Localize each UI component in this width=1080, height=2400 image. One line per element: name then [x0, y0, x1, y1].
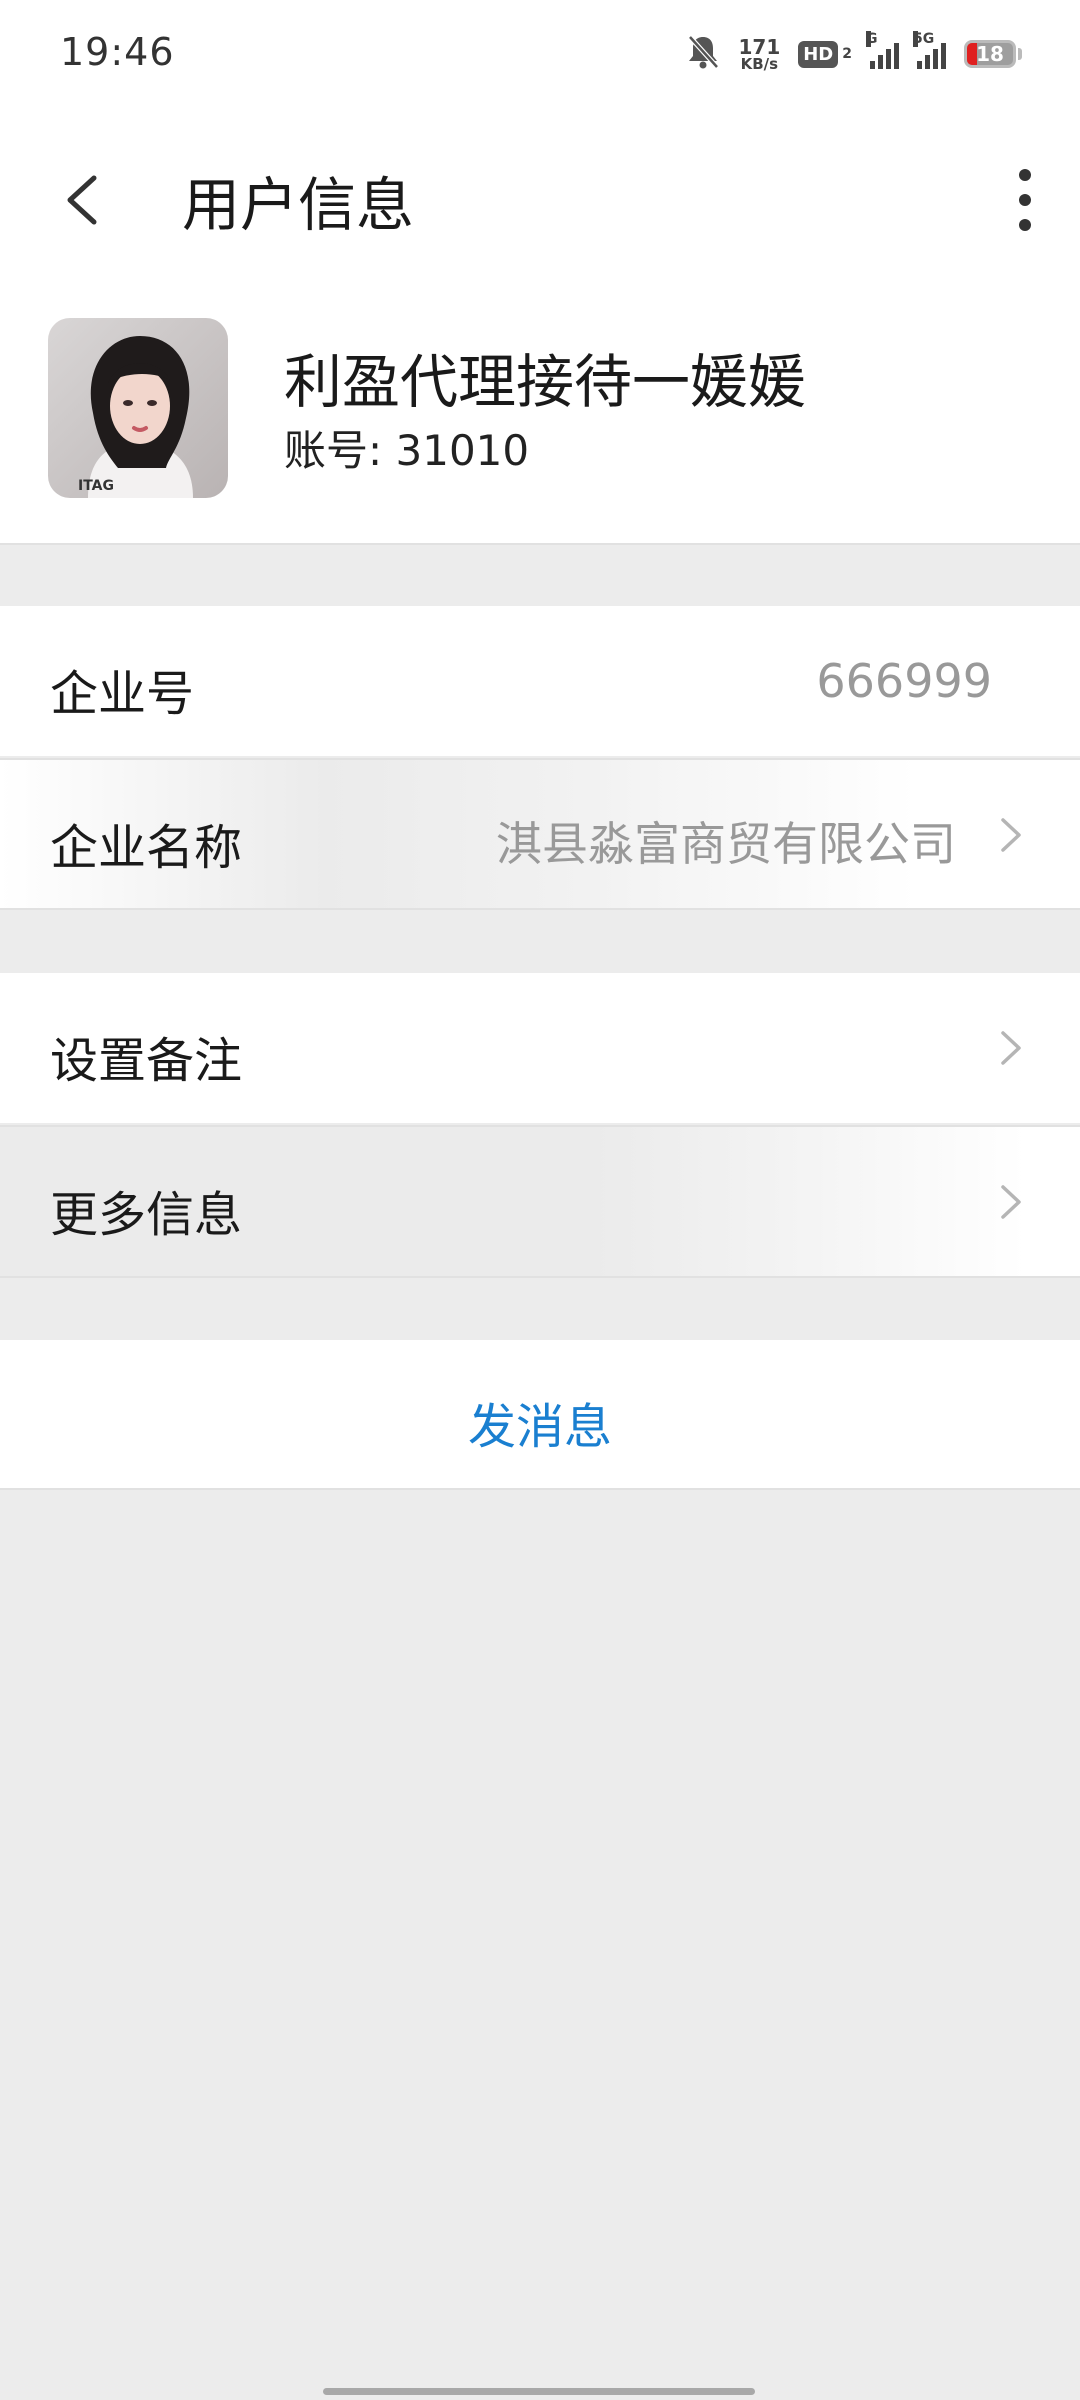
chevron-right-icon [1001, 818, 1021, 852]
signal-5g-label: 5G [913, 31, 935, 47]
net-speed: 171 KB/s [738, 37, 780, 72]
mute-bell-icon [686, 34, 720, 74]
chevron-right-icon [1001, 1031, 1021, 1065]
chevron-right-icon [1001, 1185, 1021, 1219]
more-info-row[interactable]: 更多信息 [0, 1125, 1080, 1278]
send-message-button[interactable]: 发消息 [0, 1340, 1080, 1490]
profile-name: 利盈代理接待一媛媛 [284, 348, 807, 416]
more-info-label: 更多信息 [50, 1187, 243, 1243]
enterprise-name-row[interactable]: 企业名称 淇县淼富商贸有限公司 [0, 758, 1080, 910]
user-info-screen: 19:46 171 KB/s HD 2 G 5G 18 用户信息 ITAG 利盈… [0, 0, 1080, 2400]
chevron-left-icon [67, 175, 97, 225]
status-icons: 171 KB/s HD 2 G 5G 18 [686, 30, 1022, 78]
signal-icon: G [866, 31, 899, 69]
signal-5g-icon: 5G [913, 31, 946, 69]
app-header: 用户信息 [0, 110, 1080, 280]
net-speed-value: 171 [738, 34, 781, 59]
hd-voice-icon: HD [798, 40, 839, 68]
battery-cap [1018, 48, 1022, 60]
battery-icon: 18 [964, 40, 1016, 68]
profile-account: 账号: 31010 [284, 426, 530, 475]
enterprise-id-value: 666999 [816, 654, 992, 708]
set-remark-row[interactable]: 设置备注 [0, 973, 1080, 1123]
more-options-button[interactable] [980, 160, 1050, 240]
enterprise-id-row: 企业号 666999 [0, 606, 1080, 756]
hd-voice-sub: 2 [842, 46, 852, 62]
svg-text:ITAG: ITAG [78, 478, 114, 494]
avatar[interactable]: ITAG [48, 318, 228, 498]
send-message-label: 发消息 [467, 1399, 612, 1455]
signal-label: G [866, 31, 878, 47]
set-remark-label: 设置备注 [50, 1033, 243, 1089]
profile-card: ITAG 利盈代理接待一媛媛 账号: 31010 [0, 280, 1080, 545]
status-time: 19:46 [60, 30, 175, 74]
enterprise-name-value: 淇县淼富商贸有限公司 [496, 817, 956, 871]
home-indicator[interactable] [323, 2388, 755, 2395]
page-title: 用户信息 [182, 171, 415, 239]
net-speed-unit: KB/s [740, 54, 779, 73]
enterprise-id-label: 企业号 [50, 666, 195, 722]
more-vertical-icon [1019, 169, 1031, 231]
back-button[interactable] [50, 160, 120, 240]
battery-level: 18 [976, 42, 1004, 66]
enterprise-name-label: 企业名称 [50, 820, 243, 876]
status-bar: 19:46 171 KB/s HD 2 G 5G 18 [0, 0, 1080, 110]
